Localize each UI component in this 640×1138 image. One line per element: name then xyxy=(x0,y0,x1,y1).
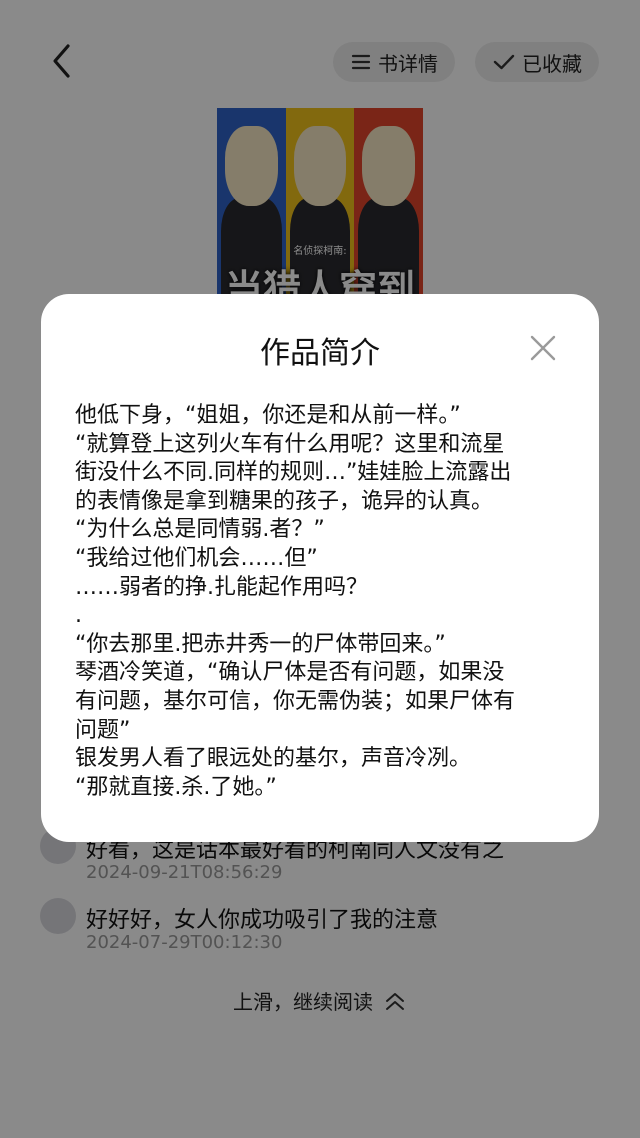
synopsis-line: 银发男人看了眼远处的基尔，声音冷冽。 xyxy=(75,746,472,772)
synopsis-line: . xyxy=(75,603,82,629)
synopsis-line: 问题” xyxy=(75,717,131,743)
synopsis-line: 有问题，基尔可信，你无需伪装；如果尸体有 xyxy=(75,688,516,714)
synopsis-line: “你去那里.把赤井秀一的尸体带回来。” xyxy=(75,631,446,657)
close-icon xyxy=(530,335,556,361)
synopsis-line: “为什么总是同情弱.者？” xyxy=(75,517,325,543)
synopsis-line: “就算登上这列火车有什么用呢？这里和流星 xyxy=(75,431,505,457)
synopsis-line: 街没什么不同.同样的规则…”娃娃脸上流露出 xyxy=(75,460,512,486)
synopsis-line: “我给过他们机会……但” xyxy=(75,545,318,571)
synopsis-line: “那就直接.杀.了她。” xyxy=(75,774,277,800)
modal-title: 作品简介 xyxy=(260,336,380,371)
synopsis-line: ……弱者的挣.扎能起作用吗？ xyxy=(75,574,368,600)
synopsis-text: 他低下身，“姐姐，你还是和从前一样。” “就算登上这列火车有什么用呢？这里和流星… xyxy=(75,402,571,802)
synopsis-line: 的表情像是拿到糖果的孩子，诡异的认真。 xyxy=(75,488,494,514)
synopsis-line: 他低下身，“姐姐，你还是和从前一样。” xyxy=(75,403,461,428)
close-button[interactable] xyxy=(529,334,557,362)
synopsis-modal: 作品简介 他低下身，“姐姐，你还是和从前一样。” “就算登上这列火车有什么用呢？… xyxy=(41,294,599,842)
synopsis-line: 琴酒冷笑道，“确认尸体是否有问题，如果没 xyxy=(75,660,505,686)
